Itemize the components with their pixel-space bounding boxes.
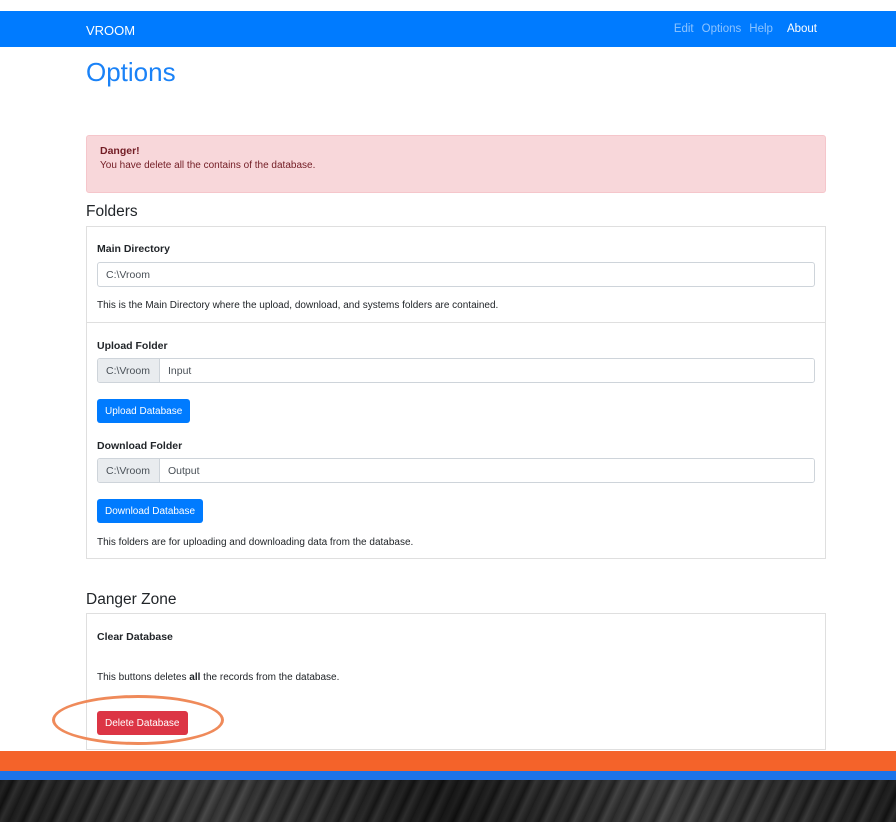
download-folder-input[interactable]: Output xyxy=(160,459,814,482)
nav-link-help[interactable]: Help xyxy=(741,23,773,35)
nav-link-about[interactable]: About xyxy=(773,23,817,35)
page-title: Options xyxy=(86,57,176,87)
upload-folder-input-group: C:\Vroom Input xyxy=(97,358,815,383)
danger-help-text-end: the records from the database. xyxy=(200,672,340,683)
card-divider xyxy=(87,322,825,323)
danger-alert: Danger! You have delete all the contains… xyxy=(86,135,826,193)
footer-blue-band xyxy=(0,771,896,780)
download-folder-label: Download Folder xyxy=(97,440,183,452)
highlight-circle xyxy=(52,695,224,745)
top-navbar: VROOM Edit Options Help About xyxy=(0,11,896,47)
danger-zone-help: This buttons deletes all the records fro… xyxy=(97,672,339,683)
nav-links: Edit Options Help About xyxy=(666,23,817,35)
upload-database-button[interactable]: Upload Database xyxy=(97,399,191,423)
nav-link-edit[interactable]: Edit xyxy=(666,23,694,35)
folders-help: This folders are for uploading and downl… xyxy=(97,537,414,548)
download-database-button[interactable]: Download Database xyxy=(97,499,204,523)
download-folder-input-group: C:\Vroom Output xyxy=(97,458,815,483)
folders-card: Main Directory C:\Vroom This is the Main… xyxy=(86,226,826,559)
nav-link-options[interactable]: Options xyxy=(694,23,742,35)
footer-image-shade xyxy=(0,780,896,822)
main-directory-input[interactable]: C:\Vroom xyxy=(97,262,815,287)
clear-database-label: Clear Database xyxy=(97,631,173,643)
main-directory-label: Main Directory xyxy=(97,243,170,255)
main-directory-help: This is the Main Directory where the upl… xyxy=(97,300,499,311)
upload-folder-label: Upload Folder xyxy=(97,340,168,352)
danger-help-bold: all xyxy=(189,672,201,683)
brand-logo[interactable]: VROOM xyxy=(86,23,135,38)
footer-background-image xyxy=(0,780,896,822)
alert-message: You have delete all the contains of the … xyxy=(100,160,316,171)
folders-section-title: Folders xyxy=(86,203,138,220)
footer-orange-band xyxy=(0,751,896,771)
upload-folder-prefix: C:\Vroom xyxy=(98,359,160,382)
download-folder-prefix: C:\Vroom xyxy=(98,459,160,482)
upload-folder-input[interactable]: Input xyxy=(160,359,814,382)
danger-help-text-start: This buttons deletes xyxy=(97,672,190,683)
alert-heading: Danger! xyxy=(100,145,140,157)
danger-zone-title: Danger Zone xyxy=(86,591,177,608)
